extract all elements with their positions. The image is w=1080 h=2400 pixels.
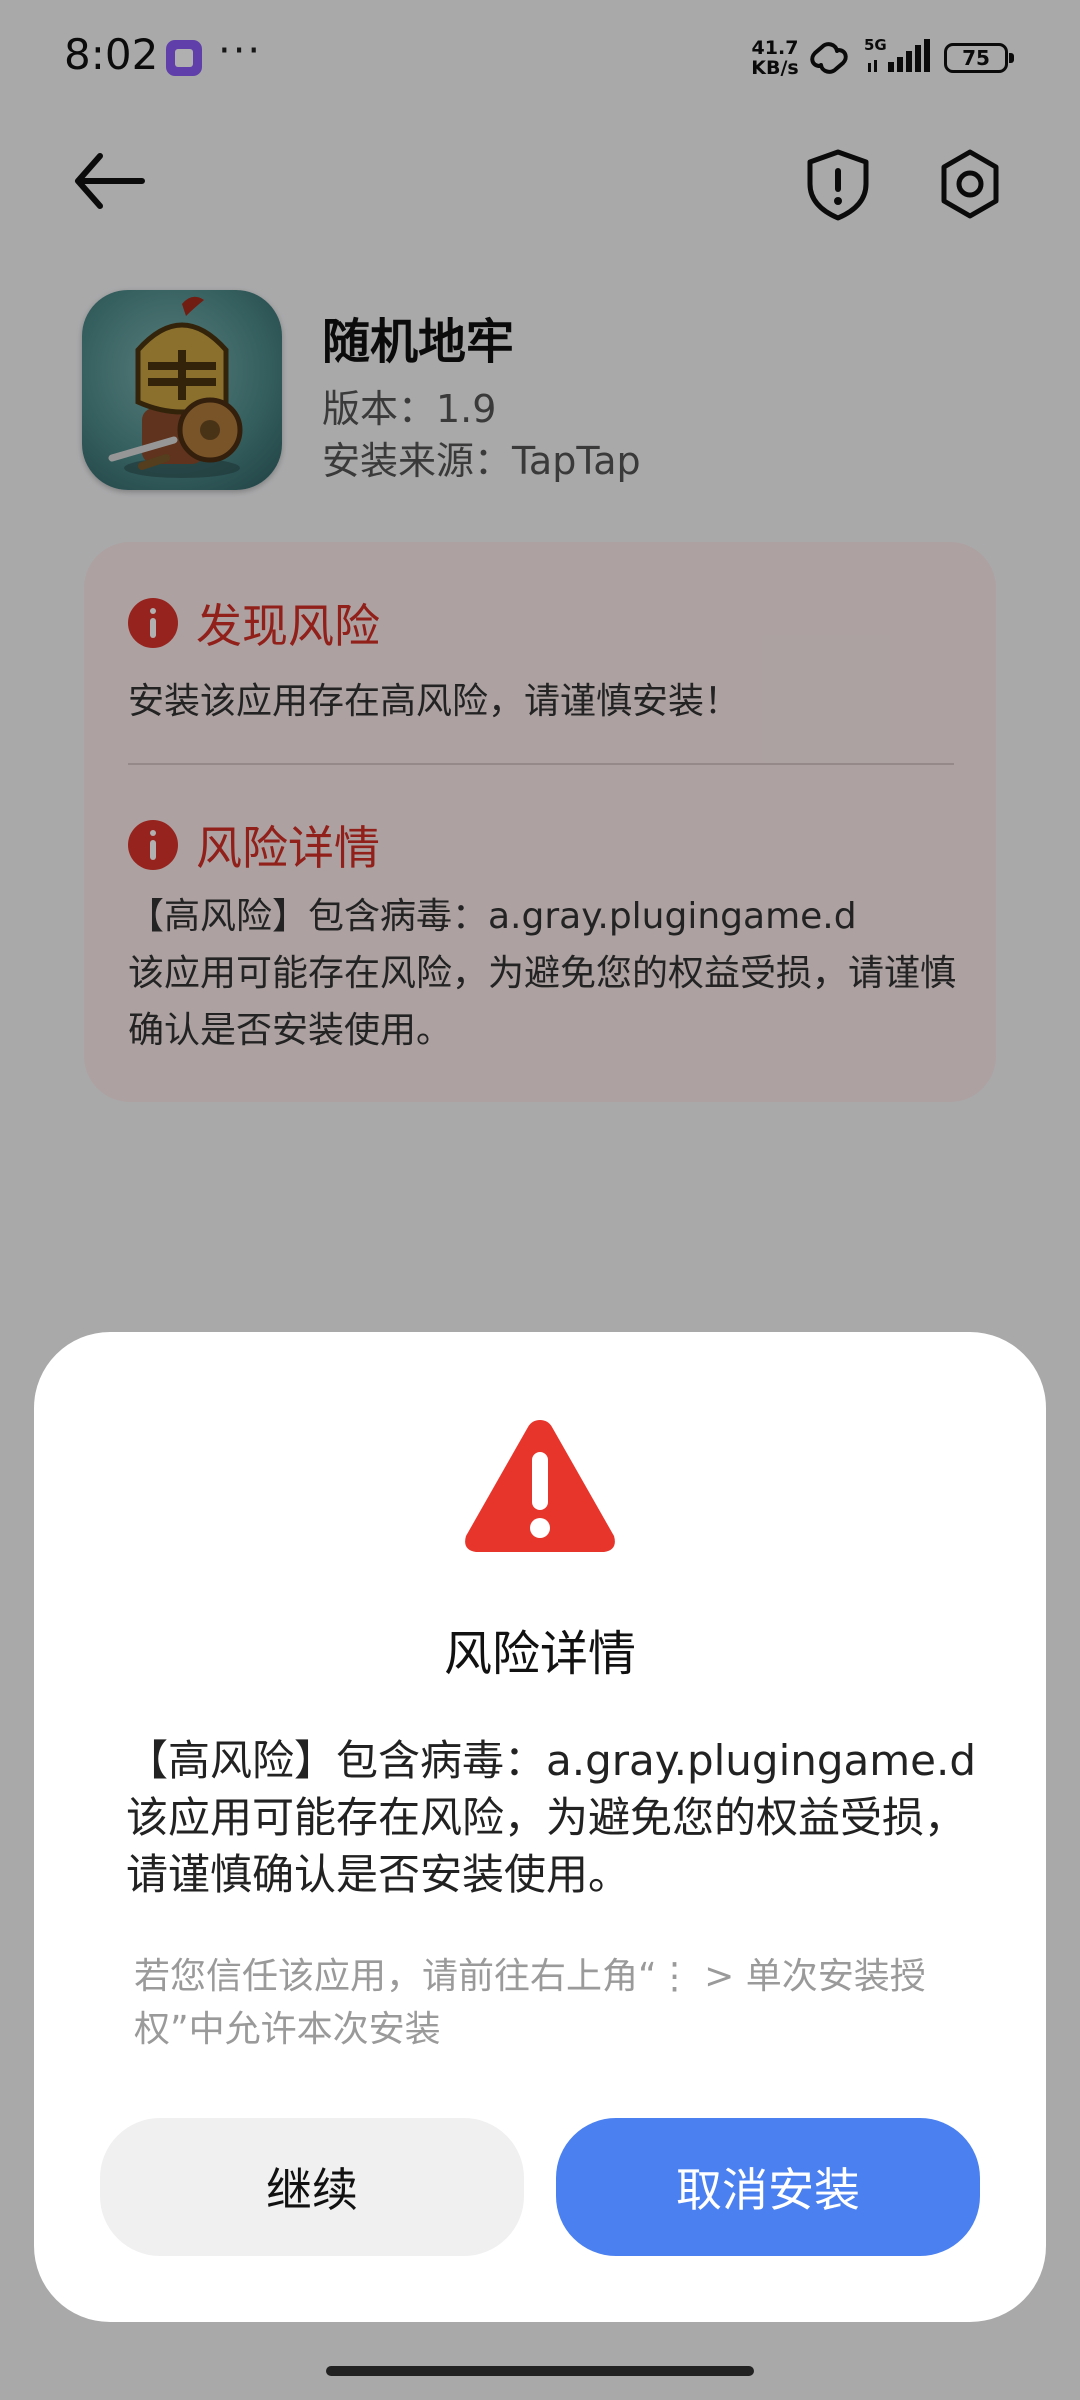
risk-dialog: 风险详情 【高风险】包含病毒：a.gray.plugingame.d 该应用可能… [34,1332,1046,2322]
dialog-body: 【高风险】包含病毒：a.gray.plugingame.d 该应用可能存在风险，… [126,1732,986,1903]
dialog-body-virus: 【高风险】包含病毒：a.gray.plugingame.d [126,1736,977,1785]
home-indicator[interactable] [326,2366,754,2376]
dialog-body-warning: 该应用可能存在风险，为避免您的权益受损，请谨慎确认是否安装使用。 [126,1793,967,1899]
dialog-hint: 若您信任该应用，请前往右上角“⋮ > 单次安装授权”中允许本次安装 [134,1956,926,2050]
continue-button[interactable]: 继续 [100,2118,524,2256]
dialog-title: 风险详情 [443,1626,636,1682]
warning-triangle-icon [465,1420,615,1552]
cancel-install-button[interactable]: 取消安装 [556,2118,980,2256]
